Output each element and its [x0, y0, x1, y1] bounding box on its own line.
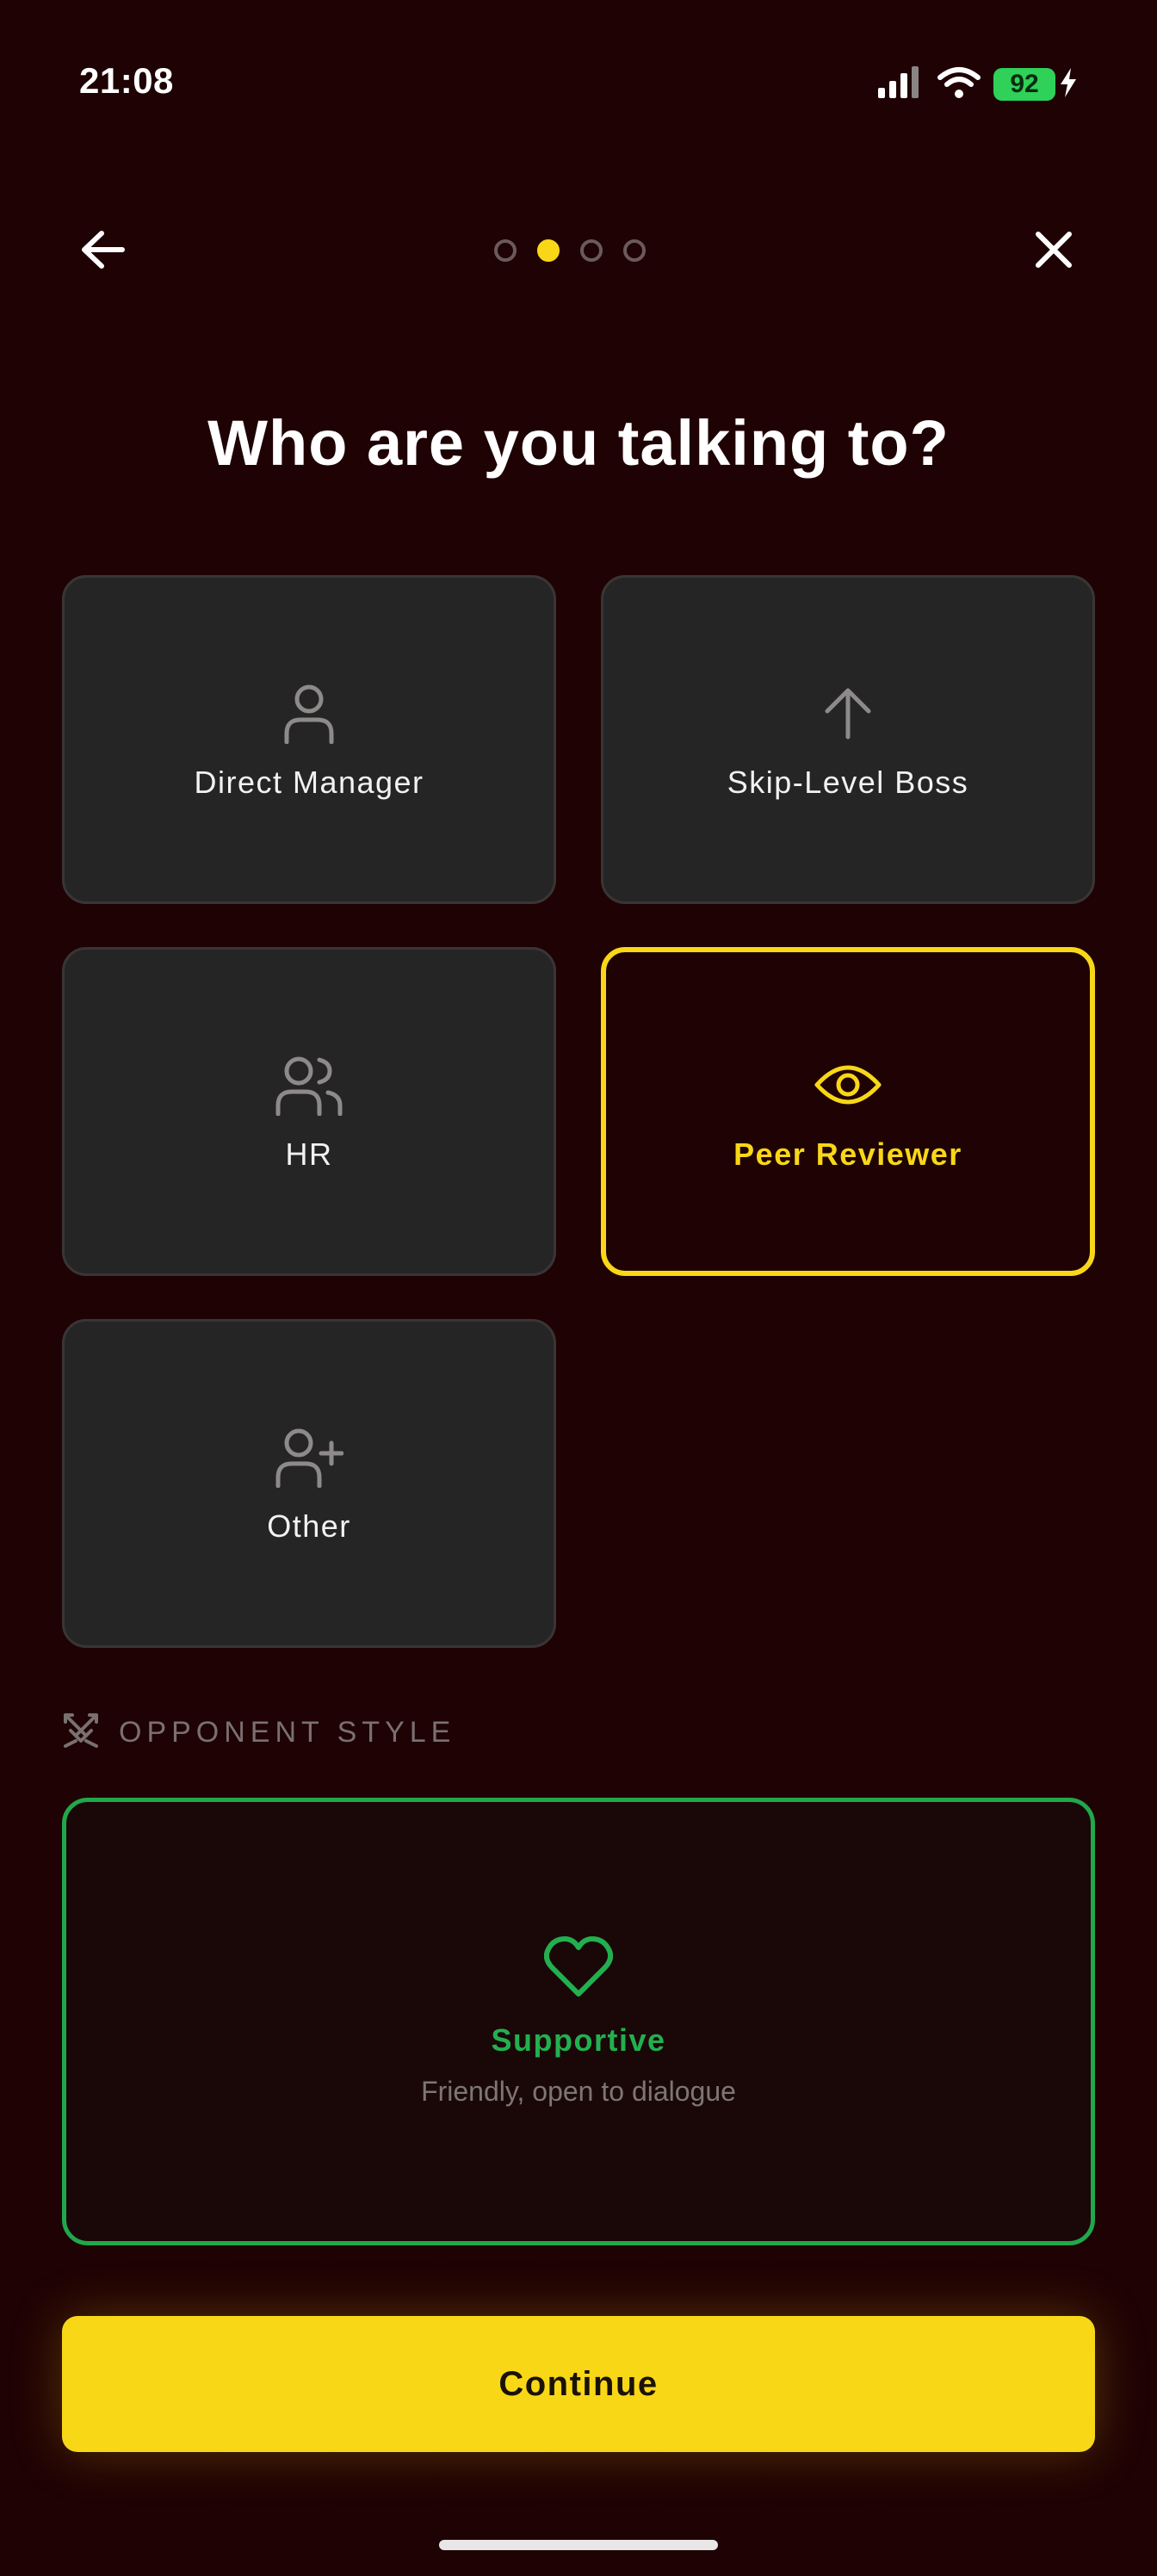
opponent-style-title: Supportive	[491, 2022, 666, 2058]
role-label: Direct Manager	[194, 765, 424, 800]
close-button[interactable]	[1024, 222, 1083, 281]
opponent-style-description: Friendly, open to dialogue	[421, 2076, 736, 2107]
role-option-peer-reviewer[interactable]: Peer Reviewer	[601, 947, 1095, 1276]
opponent-style-label: OPPONENT STYLE	[119, 1715, 456, 1749]
opponent-style-supportive[interactable]: Supportive Friendly, open to dialogue	[62, 1798, 1095, 2245]
cellular-signal-icon	[878, 65, 925, 104]
wifi-icon	[937, 65, 981, 104]
role-option-other[interactable]: Other	[62, 1319, 556, 1648]
role-label: HR	[285, 1136, 333, 1172]
eye-icon	[814, 1050, 882, 1119]
continue-button[interactable]: Continue	[62, 2316, 1095, 2452]
battery-icon: 92	[993, 67, 1078, 102]
people-icon	[275, 1050, 343, 1119]
home-indicator[interactable]	[439, 2540, 718, 2550]
status-time: 21:08	[79, 60, 174, 101]
back-button[interactable]	[74, 222, 133, 281]
page-title: Who are you talking to?	[207, 407, 950, 479]
role-option-direct-manager[interactable]: Direct Manager	[62, 575, 556, 904]
role-label: Skip-Level Boss	[727, 765, 969, 800]
step-dot-active	[537, 239, 560, 262]
charging-bolt-icon	[1059, 67, 1078, 102]
arrow-up-icon	[814, 678, 882, 747]
step-dot	[623, 239, 646, 262]
crossed-swords-icon	[62, 1712, 100, 1754]
heart-icon	[543, 1935, 614, 2002]
person-icon	[275, 678, 343, 747]
role-label: Peer Reviewer	[733, 1136, 962, 1172]
role-label: Other	[267, 1508, 351, 1544]
status-icons: 92	[878, 64, 1078, 105]
opponent-style-header: OPPONENT STYLE	[62, 1712, 455, 1753]
battery-level: 92	[993, 68, 1055, 101]
role-option-hr[interactable]: HR	[62, 947, 556, 1276]
person-add-icon	[275, 1422, 343, 1491]
role-option-skip-level-boss[interactable]: Skip-Level Boss	[601, 575, 1095, 904]
step-dot	[494, 239, 517, 262]
close-icon	[1033, 229, 1074, 275]
arrow-left-icon	[79, 228, 127, 276]
step-progress-indicator	[494, 239, 646, 262]
step-dot	[580, 239, 603, 262]
